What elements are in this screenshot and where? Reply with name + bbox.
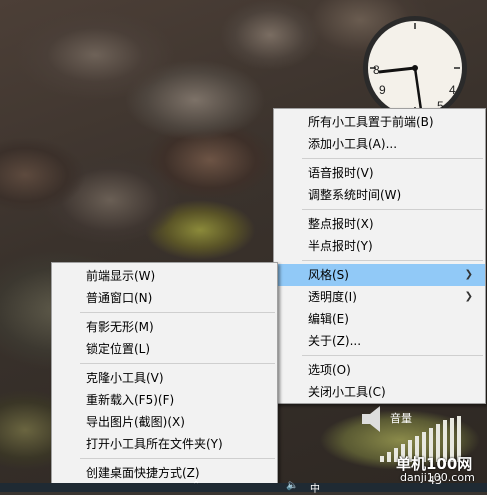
chevron-right-icon: ❯ xyxy=(464,269,473,280)
menu-item-adjust-system-time[interactable]: 调整系统时间(W) xyxy=(274,184,485,206)
menu-item-add-gadget[interactable]: 添加小工具(A)... xyxy=(274,133,485,155)
submenu-item-lock-position[interactable]: 锁定位置(L) xyxy=(52,338,277,360)
menu-item-hourly-chime[interactable]: 整点报时(X) xyxy=(274,213,485,235)
style-submenu: 前端显示(W) 普通窗口(N) 有影无形(M) 锁定位置(L) 克隆小工具(V)… xyxy=(51,262,278,486)
submenu-item-clone-gadget[interactable]: 克隆小工具(V) xyxy=(52,367,277,389)
submenu-item-always-on-top[interactable]: 前端显示(W) xyxy=(52,265,277,287)
menu-item-options[interactable]: 选项(O) xyxy=(274,359,485,381)
submenu-item-ghost-mode[interactable]: 有影无形(M) xyxy=(52,316,277,338)
clock-gadget[interactable]: 8 9 4 5 xyxy=(361,14,469,122)
menu-item-about[interactable]: 关于(Z)... xyxy=(274,330,485,352)
gadget-context-menu: 所有小工具置于前端(B) 添加小工具(A)... 语音报时(V) 调整系统时间(… xyxy=(273,108,486,404)
menu-item-opacity[interactable]: 透明度(I) ❯ xyxy=(274,286,485,308)
chevron-up-icon[interactable]: ⌃ xyxy=(192,480,200,491)
menu-separator xyxy=(302,355,483,356)
menu-separator xyxy=(80,312,275,313)
submenu-item-export-image[interactable]: 导出图片(截图)(X) xyxy=(52,411,277,433)
menu-item-close-gadget[interactable]: 关闭小工具(C) xyxy=(274,381,485,403)
speaker-tray-icon[interactable]: 🔈 xyxy=(286,480,298,491)
submenu-item-create-shortcut[interactable]: 创建桌面快捷方式(Z) xyxy=(52,462,277,484)
speaker-icon xyxy=(362,406,380,432)
clock-center-pin xyxy=(412,65,418,71)
menu-item-bring-all-to-front[interactable]: 所有小工具置于前端(B) xyxy=(274,111,485,133)
clock-number-8: 8 xyxy=(373,63,380,77)
menu-item-half-hour-chime[interactable]: 半点报时(Y) xyxy=(274,235,485,257)
menu-item-voice-time[interactable]: 语音报时(V) xyxy=(274,162,485,184)
submenu-item-reload[interactable]: 重新载入(F5)(F) xyxy=(52,389,277,411)
clock-number-9: 9 xyxy=(379,83,386,97)
menu-separator xyxy=(302,209,483,210)
clock-number-4: 4 xyxy=(449,83,456,97)
menu-separator xyxy=(80,363,275,364)
menu-item-style[interactable]: 风格(S) ❯ xyxy=(274,264,485,286)
submenu-item-open-folder[interactable]: 打开小工具所在文件夹(Y) xyxy=(52,433,277,455)
menu-separator xyxy=(80,458,275,459)
taskbar xyxy=(0,483,487,492)
menu-separator xyxy=(302,260,483,261)
menu-separator xyxy=(302,158,483,159)
menu-item-edit[interactable]: 编辑(E) xyxy=(274,308,485,330)
menu-item-style-label: 风格(S) xyxy=(308,268,349,282)
submenu-item-normal-window[interactable]: 普通窗口(N) xyxy=(52,287,277,309)
watermark-url-text: danji100.com xyxy=(400,471,475,484)
ime-indicator[interactable]: 中 xyxy=(310,480,320,495)
volume-label: 音量 xyxy=(390,412,412,425)
menu-item-opacity-label: 透明度(I) xyxy=(308,290,357,304)
chevron-right-icon: ❯ xyxy=(464,291,473,302)
